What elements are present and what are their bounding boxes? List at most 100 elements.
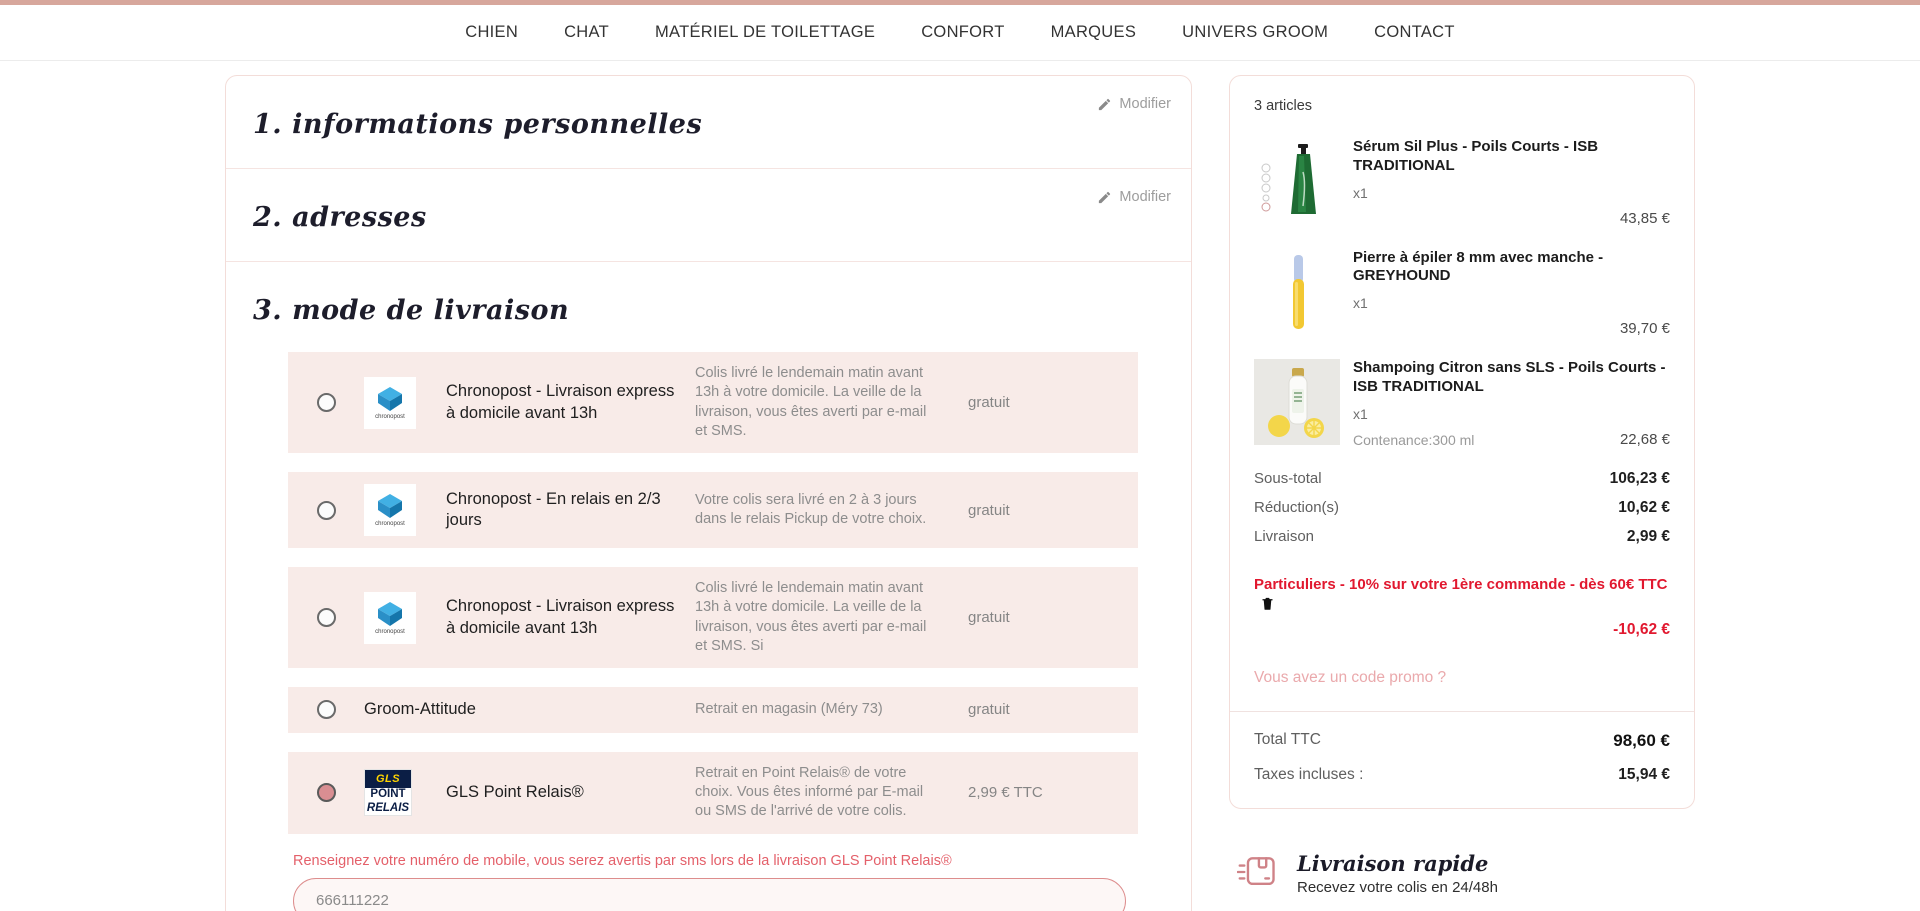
nav-item-materiel[interactable]: MATÉRIEL DE TOILETTAGE — [655, 23, 875, 42]
cart-item-qty: x1 — [1353, 184, 1368, 201]
cart-item-qty: x1 — [1353, 295, 1368, 311]
modify-addresses-button[interactable]: Modifier — [1097, 189, 1171, 205]
delivery-radio[interactable] — [316, 393, 336, 413]
cart-item-price: 43,85 € — [1619, 209, 1670, 227]
delivery-option-description: Votre colis sera livré en 2 à 3 jours da… — [695, 491, 927, 528]
nav-item-chien[interactable]: CHIEN — [465, 23, 518, 42]
delivery-option-title: Chronopost - Livraison express à domicil… — [446, 597, 675, 637]
cart-item: Pierre à épiler 8 mm avec manche - GREYH… — [1254, 248, 1670, 337]
gls-logo-line1: POINT — [370, 788, 406, 801]
delivery-option-groom-attitude[interactable]: Groom-Attitude Retrait en magasin (Méry … — [288, 687, 1138, 733]
nav-item-chat[interactable]: CHAT — [564, 23, 609, 42]
gls-logo-brand: GLS — [365, 770, 411, 789]
delivery-option-chronopost-express[interactable]: chronopost Chronopost - Livraison expres… — [288, 352, 1138, 454]
total-ttc-label: Total TTC — [1254, 730, 1321, 748]
reassurance-subtitle: Recevez votre colis en 24/48h — [1297, 878, 1498, 896]
step-title-delivery-mode: 3. mode de livraison — [253, 295, 570, 326]
step-delivery-mode: 3. mode de livraison chronopost Chronopo… — [226, 262, 1191, 911]
gls-logo-icon: GLS POINT RELAIS — [364, 769, 412, 816]
delivery-option-title: Groom-Attitude — [364, 700, 476, 719]
pencil-icon — [1099, 191, 1111, 203]
shipping-value: 2,99 € — [1626, 527, 1670, 545]
cart-item-price: 39,70 € — [1619, 320, 1670, 337]
delivery-radio[interactable] — [316, 608, 336, 628]
delivery-option-description: Colis livré le lendemain matin avant 13h… — [695, 580, 927, 654]
modify-label: Modifier — [1119, 189, 1171, 205]
nav-item-univers-groom[interactable]: UNIVERS GROOM — [1182, 23, 1328, 42]
gls-logo-line2: RELAIS — [366, 801, 410, 814]
delivery-option-price: 2,99 € TTC — [968, 784, 1043, 802]
articles-count: 3 articles — [1254, 98, 1313, 114]
step-title-addresses: 2. adresses — [253, 202, 427, 233]
delivery-option-description: Colis livré le lendemain matin avant 13h… — [695, 365, 927, 439]
reduction-row: Réduction(s) 10,62 € — [1254, 499, 1670, 517]
subtotal-value: 106,23 € — [1609, 469, 1670, 487]
sms-phone-notice: Renseignez votre numéro de mobile, vous … — [293, 852, 952, 869]
taxes-value: 15,94 € — [1618, 765, 1670, 783]
nav-item-marques[interactable]: MARQUES — [1051, 23, 1137, 42]
delivery-option-price: gratuit — [968, 701, 1010, 719]
chronopost-logo-icon: chronopost — [364, 591, 416, 644]
promo-amount: -10,62 € — [1613, 620, 1670, 638]
chronopost-logo-label: chronopost — [375, 628, 405, 635]
checkout-card: 1. informations personnelles Modifier 2.… — [225, 75, 1192, 911]
cart-item: Sérum Sil Plus - Poils Courts - ISB TRAD… — [1254, 138, 1670, 227]
chronopost-logo-icon: chronopost — [364, 484, 416, 537]
delivery-radio[interactable] — [316, 783, 336, 803]
total-ttc-value: 98,60 € — [1613, 730, 1670, 750]
chronopost-logo-icon: chronopost — [364, 376, 416, 429]
taxes-row: Taxes incluses : 15,94 € — [1254, 766, 1670, 784]
step-title-personal-info: 1. informations personnelles — [253, 109, 703, 140]
delivery-radio[interactable] — [316, 500, 336, 520]
delivery-option-price: gratuit — [968, 501, 1010, 519]
delivery-option-price: gratuit — [968, 394, 1010, 412]
reduction-label: Réduction(s) — [1254, 498, 1340, 516]
cart-summary-card: 3 articles Sérum Sil Plus - Poils Courts… — [1229, 75, 1695, 809]
step-personal-info: 1. informations personnelles Modifier — [226, 76, 1191, 169]
promo-label: Particuliers - 10% sur votre 1ère comman… — [1254, 575, 1668, 593]
delivery-option-title: Chronopost - En relais en 2/3 jours — [446, 489, 661, 530]
shipping-label: Livraison — [1254, 527, 1315, 545]
promo-code-link[interactable]: Vous avez un code promo ? — [1254, 669, 1670, 687]
cart-item-price: 22,68 € — [1619, 430, 1670, 448]
delivery-option-gls-point-relais[interactable]: GLS POINT RELAIS GLS Point Relais® Retra… — [288, 751, 1138, 834]
chronopost-logo-label: chronopost — [375, 521, 405, 528]
summary-divider — [1230, 710, 1694, 712]
main-navigation: CHIEN CHAT MATÉRIEL DE TOILETTAGE CONFOR… — [0, 5, 1920, 61]
subtotal-label: Sous-total — [1254, 469, 1322, 487]
applied-promo-block: Particuliers - 10% sur votre 1ère comman… — [1254, 574, 1670, 639]
shipping-box-icon — [1237, 856, 1275, 885]
cart-item: Shampoing Citron sans SLS - Poils Courts… — [1254, 359, 1670, 448]
delivery-option-chronopost-express-2[interactable]: chronopost Chronopost - Livraison expres… — [288, 567, 1138, 669]
delivery-option-price: gratuit — [968, 609, 1010, 627]
subtotal-row: Sous-total 106,23 € — [1254, 470, 1670, 488]
reassurance-section: Livraison rapide Recevez votre colis en … — [1229, 851, 1695, 911]
delivery-radio[interactable] — [316, 700, 336, 720]
trash-icon[interactable] — [1260, 595, 1275, 612]
cart-item-attribute: Contenance:300 ml — [1353, 431, 1475, 448]
chronopost-logo-label: chronopost — [375, 413, 405, 420]
reassurance-fast-delivery: Livraison rapide Recevez votre colis en … — [1237, 851, 1695, 896]
delivery-option-description: Retrait en Point Relais® de votre choix.… — [695, 764, 924, 820]
order-summary-column: 3 articles Sérum Sil Plus - Poils Courts… — [1229, 75, 1695, 911]
taxes-label: Taxes incluses : — [1254, 765, 1364, 783]
nav-item-confort[interactable]: CONFORT — [921, 23, 1004, 42]
delivery-option-description: Retrait en magasin (Méry 73) — [695, 701, 883, 718]
shipping-row: Livraison 2,99 € — [1254, 528, 1670, 546]
cart-item-qty: x1 — [1353, 405, 1368, 422]
cart-item-name: Pierre à épiler 8 mm avec manche - GREYH… — [1353, 248, 1604, 285]
delivery-option-title: Chronopost - Livraison express à domicil… — [446, 382, 675, 422]
modify-personal-info-button[interactable]: Modifier — [1097, 96, 1171, 112]
nav-item-contact[interactable]: CONTACT — [1374, 23, 1455, 42]
reassurance-title: Livraison rapide — [1297, 850, 1489, 876]
delivery-options-list: chronopost Chronopost - Livraison expres… — [288, 352, 1138, 834]
cart-item-name: Shampoing Citron sans SLS - Poils Courts… — [1353, 359, 1666, 395]
cart-item-name: Sérum Sil Plus - Poils Courts - ISB TRAD… — [1353, 138, 1599, 174]
delivery-option-chronopost-relais[interactable]: chronopost Chronopost - En relais en 2/3… — [288, 472, 1138, 549]
pencil-icon — [1099, 98, 1111, 110]
serum-product-image — [1254, 138, 1340, 224]
stripping-stone-product-image — [1254, 248, 1340, 335]
mobile-phone-input[interactable] — [293, 877, 1126, 911]
modify-label: Modifier — [1119, 96, 1171, 112]
reduction-value: 10,62 € — [1618, 498, 1670, 516]
